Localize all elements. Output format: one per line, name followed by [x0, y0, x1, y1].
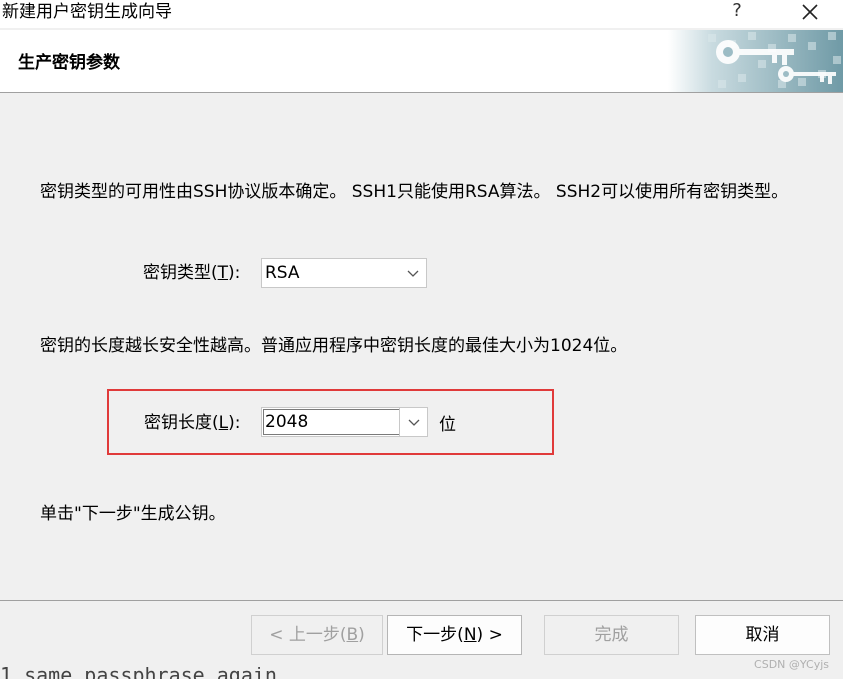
key-type-description: 密钥类型的可用性由SSH协议版本确定。 SSH1只能使用RSA算法。 SSH2可… [40, 182, 789, 202]
combo-divider [399, 408, 400, 436]
title-bar: 新建用户密钥生成向导 ? [0, 0, 843, 28]
wizard-content: 密钥类型的可用性由SSH协议版本确定。 SSH1只能使用RSA算法。 SSH2可… [0, 93, 843, 600]
key-type-select[interactable]: RSA [261, 258, 427, 288]
background-text: 1 same passphrase again [0, 667, 277, 679]
help-button[interactable]: ? [715, 0, 759, 24]
key-generation-wizard-dialog: 新建用户密钥生成向导 ? 生产密钥参数 密钥类型的可用性由SSH协议版本确定。 … [0, 0, 843, 679]
key-length-unit: 位 [439, 415, 456, 435]
wizard-header: 生产密钥参数 [0, 30, 843, 93]
watermark: CSDN @YCyjs [754, 658, 829, 671]
key-type-value: RSA [265, 263, 300, 283]
key-length-input[interactable]: 2048 [263, 409, 399, 435]
close-button[interactable] [785, 0, 835, 24]
key-type-label: 密钥类型(T): [143, 263, 241, 283]
background-terminal-text: 1 same passphrase again [0, 667, 400, 679]
keys-icon [668, 30, 843, 92]
finish-button[interactable]: 完成 [544, 615, 679, 655]
close-icon [802, 4, 818, 20]
page-title: 生产密钥参数 [18, 53, 120, 73]
key-length-combobox[interactable]: 2048 [261, 407, 428, 437]
window-title: 新建用户密钥生成向导 [2, 2, 172, 22]
instruction-text: 单击"下一步"生成公钥。 [40, 504, 226, 524]
key-length-description: 密钥的长度越长安全性越高。普通应用程序中密钥长度的最佳大小为1024位。 [40, 336, 628, 356]
next-button[interactable]: 下一步(N) > [387, 615, 522, 655]
back-button[interactable]: < 上一步(B) [251, 615, 383, 655]
cancel-button[interactable]: 取消 [695, 615, 830, 655]
key-length-label: 密钥长度(L): [144, 413, 241, 433]
key-length-value: 2048 [265, 412, 309, 432]
chevron-down-icon [407, 270, 419, 277]
chevron-down-icon[interactable] [407, 416, 421, 428]
